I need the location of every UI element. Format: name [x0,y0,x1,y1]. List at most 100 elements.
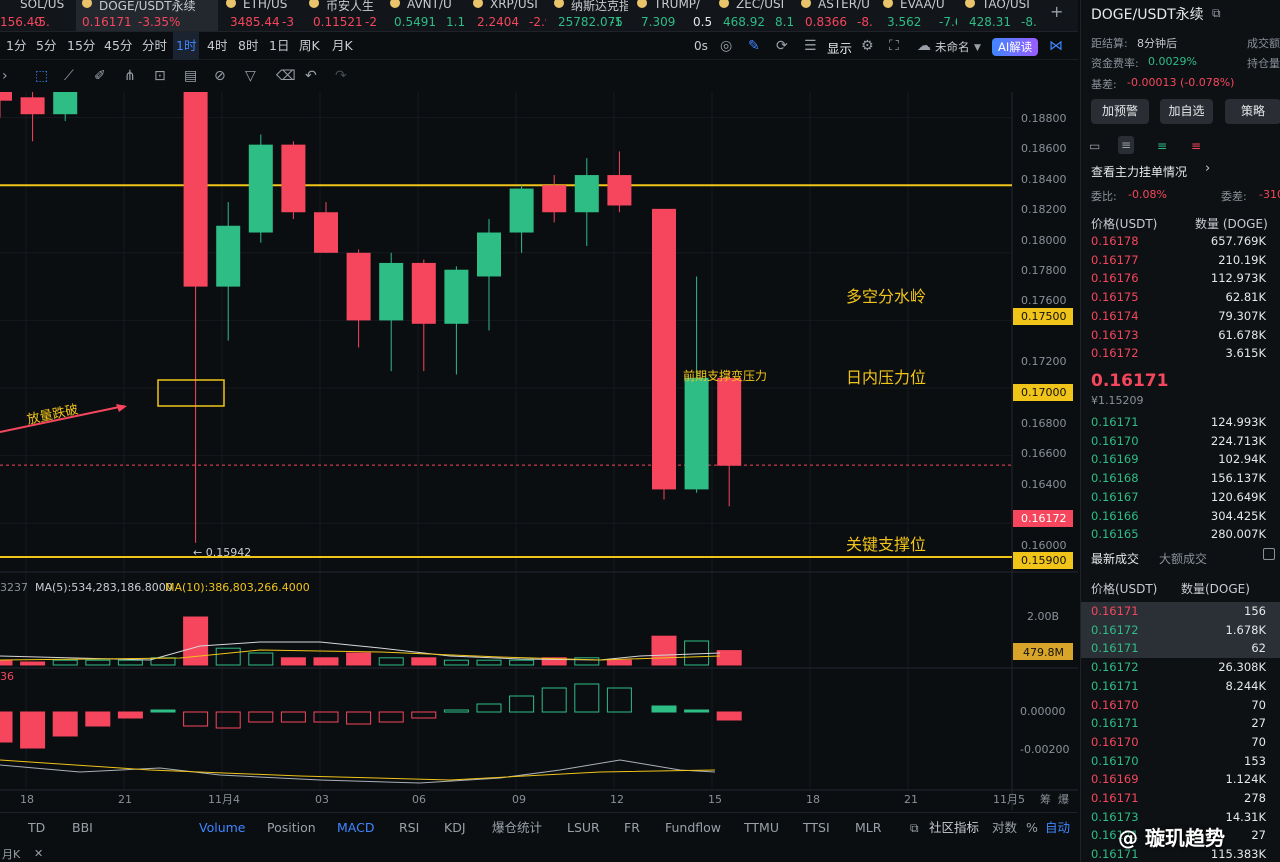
ticker-price: 0.8366 [805,15,847,29]
settings-icon[interactable]: ⚙ [861,39,874,53]
order-panel: DOGE/USDT永续 ⧉ 距结算: 8分钟后 成交额 资金费率: 0.0029… [1080,0,1280,862]
alert-button[interactable]: 加预警 [1091,99,1149,124]
indicator-tab[interactable]: 自动 [1045,813,1070,843]
camera-icon[interactable]: ◎ [720,39,732,53]
filter-checkbox[interactable] [1263,548,1275,560]
strategy-button[interactable]: 策略 [1225,99,1280,124]
ask-row[interactable]: 0.16176 112.973K [1081,269,1280,288]
bid-row[interactable]: 0.16170 224.713K [1081,432,1280,451]
book-mix-icon[interactable]: ≡ [1118,136,1135,154]
display-icon[interactable]: ☰ [804,39,817,53]
pattern-icon[interactable]: ⋔ [124,69,136,83]
trade-price: 0.16172 [1091,622,1139,637]
timeframe-button[interactable]: 分时 [139,32,170,60]
indicator-tab[interactable]: TD [28,813,45,843]
ticker-tab[interactable]: DOGE/USDT永续 0.16171 -3.35% [76,0,218,31]
depth-link[interactable]: 查看主力挂单情况 [1091,163,1187,180]
ticker-tab[interactable]: TRUMP/7.309 0.54 [631,0,711,31]
indicator-tab[interactable]: BBI [72,813,93,843]
timeframe-button[interactable]: 8时 [235,32,261,60]
select-icon[interactable]: ⬚ [35,69,48,83]
share-icon[interactable]: ⋈ [1049,39,1063,53]
trades-tab[interactable]: 最新成交 [1091,550,1139,567]
ticker-tab[interactable]: 纳斯达克指数25782.075-1 [548,0,628,31]
ticker-tab[interactable]: ETH/US 3485.44 -3 [220,0,300,31]
timeframe-button[interactable]: 45分 [101,32,135,60]
timeframe-button[interactable]: 15分 [64,32,98,60]
indicator-tab[interactable]: % [1026,813,1038,843]
bid-row[interactable]: 0.16171 124.993K [1081,413,1280,432]
ticker-tab[interactable]: SOL/US 156.40 -5. [0,0,70,31]
bid-row[interactable]: 0.16166 304.425K [1081,507,1280,526]
ticker-tab[interactable]: EVAA/U 3.562 -7.6 [877,0,957,31]
indicator-tab[interactable]: TTSI [803,813,830,843]
indicator-bar: TD BBI Volume Position MACD RSI KDJ 爆仓统计 LSUR FR F… [0,812,1078,844]
indicator-tab[interactable]: TTMU [744,813,779,843]
trash-icon[interactable]: ⌫ [276,69,296,83]
indicator-tab[interactable]: 爆仓统计 [492,813,542,843]
undo-icon[interactable]: ↶ [305,69,317,83]
indicator-tab[interactable]: Position [267,813,316,843]
ticker-tab[interactable]: 币安人生 0.11521 -2 [303,0,382,31]
layout-name[interactable]: 未命名 [935,39,970,55]
pen-icon[interactable]: ✎ [748,39,760,53]
ask-row[interactable]: 0.16172 3.615K [1081,344,1280,363]
timeframe-button[interactable]: 4时 [204,32,230,60]
ask-row[interactable]: 0.16173 61.678K [1081,326,1280,345]
ticker-tab[interactable]: AVNT/U 0.5491 1.1 [384,0,464,31]
close-icon[interactable]: ✕ [34,847,43,861]
share-frame-icon[interactable]: ⟳ [776,39,788,53]
indicator-tab[interactable]: 社区指标 [929,813,979,843]
timeframe-button[interactable]: 1分 [3,32,29,60]
ask-row[interactable]: 0.16174 79.307K [1081,307,1280,326]
indicator-tab[interactable]: KDJ [444,813,466,843]
ruler-icon[interactable]: ⟋ [64,69,74,83]
timeframe-button[interactable]: 1日 [266,32,292,60]
indicator-tab[interactable]: LSUR [567,813,600,843]
filter-icon[interactable]: ▽ [245,69,256,83]
cloud-icon[interactable]: ☁ [917,39,931,53]
book-bid-icon[interactable]: ≡ [1157,139,1167,153]
ticker-tab[interactable]: ZEC/USI 468.92 8.1 [713,0,793,31]
magnet-icon[interactable]: ⊘ [214,69,226,83]
redo-icon[interactable]: ↷ [335,69,347,83]
ask-row[interactable]: 0.16178 657.769K [1081,232,1280,251]
timeframe-button[interactable]: 1时 [173,32,200,60]
indicator-tab[interactable]: FR [624,813,640,843]
ticker-name: ZEC/USI [736,0,785,11]
watchlist-button[interactable]: 加自选 [1160,99,1213,124]
col-qty[interactable]: 数量 (DOGE) [1195,215,1268,232]
timeframe-button[interactable]: 月K [329,32,356,60]
indicator-tab[interactable]: MLR [855,813,881,843]
lock-icon[interactable]: ⊡ [154,69,166,83]
bid-row[interactable]: 0.16168 156.137K [1081,469,1280,488]
display-button[interactable]: 显示 [827,38,852,57]
ticker-tab[interactable]: ASTER/U 0.8366 -8. [795,0,875,31]
book-ask-icon[interactable]: ≡ [1191,139,1201,153]
kline-chart[interactable]: 0.18800 0.18600 0.18400 0.18200 0.18000 0.178… [0,92,1078,810]
bid-row[interactable]: 0.16165 280.007K [1081,525,1280,544]
indicator-tab[interactable]: Fundflow [665,813,721,843]
bid-row[interactable]: 0.16167 120.649K [1081,488,1280,507]
copy-icon[interactable]: ⧉ [1212,6,1221,20]
fullscreen-icon[interactable]: ⛶ [889,39,899,53]
brush-icon[interactable]: ✐ [94,69,106,83]
timeframe-button[interactable]: 周K [296,32,323,60]
book-both-icon[interactable]: ▭ [1089,139,1100,153]
ticker-tab[interactable]: TAO/USI 428.31 -8. [959,0,1039,31]
ask-row[interactable]: 0.16177 210.19K [1081,251,1280,270]
indicator-tab[interactable]: 对数 [992,813,1017,843]
template-icon[interactable]: ▤ [184,69,197,83]
col-qty-2[interactable]: 数量(DOGE) [1181,580,1250,597]
ticker-tab[interactable]: XRP/USI 2.2404 -2.9 [467,0,546,31]
indicator-tab[interactable]: MACD [337,813,374,843]
indicator-tab[interactable]: Volume [199,813,246,843]
timeframe-button[interactable]: 5分 [33,32,59,60]
big-trades-tab[interactable]: 大额成交 [1159,550,1207,567]
bid-row[interactable]: 0.16169 102.94K [1081,450,1280,469]
cursor-icon[interactable]: › [2,69,8,83]
ai-button[interactable]: AI解读 [992,38,1039,56]
ask-row[interactable]: 0.16175 62.81K [1081,288,1280,307]
add-tab-icon[interactable]: + [1050,4,1063,20]
indicator-tab[interactable]: RSI [399,813,419,843]
